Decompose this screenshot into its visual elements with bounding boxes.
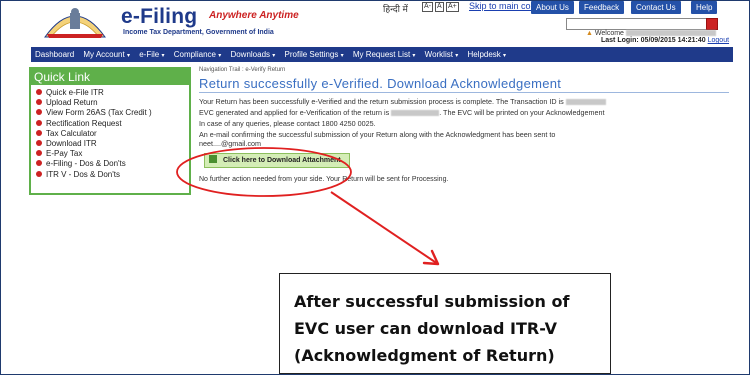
arrow-head-icon [422, 249, 440, 266]
quick-link-item[interactable]: View Form 26AS (Tax Credit ) [36, 108, 189, 118]
brand-title: e-Filing [121, 5, 198, 28]
nav-my-request-list[interactable]: My Request List ▾ [349, 47, 419, 62]
quick-link-panel: Quick Link Quick e-File ITR Upload Retur… [29, 67, 191, 195]
quick-link-item[interactable]: Tax Calculator [36, 129, 189, 139]
bullet-icon [36, 129, 42, 136]
chevron-down-icon: ▾ [161, 53, 165, 59]
callout-line-2: EVC user can download ITR-V [294, 319, 558, 338]
quick-link-item[interactable]: e-Filing - Dos & Don'ts [36, 159, 189, 169]
quick-link-title: Quick Link [31, 69, 189, 85]
about-us-button[interactable]: About Us [531, 1, 574, 14]
bullet-icon [36, 99, 42, 106]
annotation-arrow-line [330, 191, 439, 265]
bullet-icon [36, 140, 42, 147]
feedback-button[interactable]: Feedback [579, 1, 625, 14]
bullet-icon [36, 150, 42, 157]
email-address: neet....@gmail.com [199, 139, 262, 148]
site-header: e-Filing Anywhere Anytime Income Tax Dep… [1, 1, 749, 44]
chevron-down-icon: ▾ [126, 53, 130, 59]
font-normal-button[interactable]: A [435, 2, 444, 12]
no-action-text: No further action needed from your side.… [199, 176, 449, 183]
chevron-down-icon: ▾ [272, 53, 276, 59]
quick-link-item[interactable]: Quick e-File ITR [36, 88, 189, 98]
nav-compliance[interactable]: Compliance ▾ [170, 47, 225, 62]
search-input[interactable] [566, 18, 716, 30]
quick-link-item[interactable]: E-Pay Tax [36, 149, 189, 159]
main-content: Navigation Trail : e-Verify Return Retur… [199, 67, 729, 183]
breadcrumb: Navigation Trail : e-Verify Return [199, 67, 286, 73]
screenshot-frame: e-Filing Anywhere Anytime Income Tax Dep… [0, 0, 750, 375]
callout-line-1: After successful submission of [294, 292, 570, 311]
help-button[interactable]: Help [691, 1, 718, 14]
quick-link-item[interactable]: ITR V - Dos & Don'ts [36, 170, 189, 180]
quick-link-item[interactable]: Upload Return [36, 98, 189, 108]
chevron-down-icon: ▾ [412, 53, 416, 59]
logout-link[interactable]: Logout [708, 37, 729, 44]
chevron-down-icon: ▾ [340, 53, 344, 59]
bullet-icon [36, 170, 42, 177]
download-icon [209, 155, 217, 163]
brand-subtitle: Income Tax Department, Government of Ind… [123, 29, 274, 36]
bullet-icon [36, 109, 42, 116]
quick-link-item[interactable]: Download ITR [36, 139, 189, 149]
hindi-language-link[interactable]: हिन्दी में [383, 2, 408, 15]
redacted-username [625, 30, 716, 37]
transaction-paragraph: Your Return has been successfully e-Veri… [199, 97, 729, 107]
emblem-logo-icon [44, 8, 106, 38]
download-attachment-button[interactable]: Click here to Download Attachment. [204, 153, 350, 168]
search-icon[interactable] [706, 18, 718, 30]
nav-dashboard[interactable]: Dashboard [31, 47, 77, 62]
chevron-down-icon: ▾ [455, 53, 459, 59]
chevron-down-icon: ▾ [218, 53, 222, 59]
quick-link-item[interactable]: Rectification Request [36, 119, 189, 129]
nav-e-file[interactable]: e-File ▾ [135, 47, 167, 62]
redacted-evc [391, 110, 440, 117]
nav-profile-settings[interactable]: Profile Settings ▾ [281, 47, 347, 62]
chevron-down-icon: ▾ [503, 53, 507, 59]
annotation-callout: After successful submission of EVC user … [279, 273, 611, 374]
font-decrease-button[interactable]: A- [422, 2, 433, 12]
page-title: Return successfully e-Verified. Download… [199, 76, 729, 93]
nav-worklist[interactable]: Worklist ▾ [421, 47, 462, 62]
nav-helpdesk[interactable]: Helpdesk ▾ [463, 47, 509, 62]
user-icon: ▲ [586, 30, 593, 37]
evc-paragraph: EVC generated and applied for e-Verifica… [199, 108, 605, 117]
last-login-text: Last Login: 05/09/2015 14:21:40 Logout [601, 37, 730, 44]
redacted-transaction-id [565, 99, 606, 106]
bullet-icon [36, 119, 42, 126]
contact-us-button[interactable]: Contact Us [631, 1, 681, 14]
query-paragraph: In case of any queries, please contact 1… [199, 119, 376, 128]
bullet-icon [36, 160, 42, 167]
welcome-text: ▲ Welcome [586, 30, 716, 37]
callout-line-3: (Acknowledgment of Return) [294, 346, 555, 365]
bullet-icon [36, 89, 42, 95]
brand-tagline: Anywhere Anytime [209, 10, 299, 21]
email-paragraph: An e-mail confirming the successful subm… [199, 130, 556, 148]
nav-downloads[interactable]: Downloads ▾ [226, 47, 278, 62]
font-increase-button[interactable]: A+ [446, 2, 459, 12]
nav-my-account[interactable]: My Account ▾ [79, 47, 133, 62]
main-nav: Dashboard My Account ▾ e-File ▾ Complian… [31, 47, 733, 62]
